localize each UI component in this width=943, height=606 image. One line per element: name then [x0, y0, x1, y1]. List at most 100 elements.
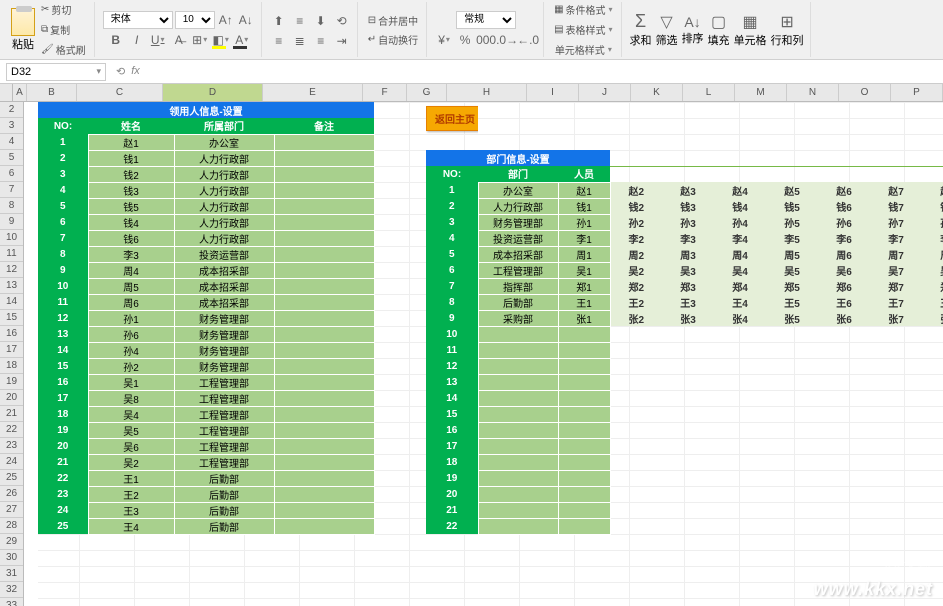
- table2-cell-empty[interactable]: [478, 438, 558, 454]
- cancel-formula-button[interactable]: ⟲: [116, 65, 125, 78]
- row-header-31[interactable]: 31: [0, 566, 23, 582]
- table2-member-ext[interactable]: 周7: [870, 246, 922, 262]
- table2-member-ext[interactable]: 李3: [662, 230, 714, 246]
- table1-cell[interactable]: 财务管理部: [174, 326, 274, 342]
- table2-cell-empty[interactable]: [478, 390, 558, 406]
- table2-member-ext[interactable]: 郑7: [870, 278, 922, 294]
- table2-cell-empty[interactable]: [558, 454, 610, 470]
- formula-input[interactable]: [150, 64, 943, 79]
- table1-cell[interactable]: [274, 470, 374, 486]
- row-header-25[interactable]: 25: [0, 470, 23, 486]
- table2-cell-empty[interactable]: [558, 390, 610, 406]
- bold-button[interactable]: B: [107, 31, 125, 49]
- table1-cell[interactable]: 后勤部: [174, 502, 274, 518]
- table2-member[interactable]: 李1: [558, 230, 610, 246]
- table1-cell[interactable]: 成本招采部: [174, 262, 274, 278]
- increase-font-button[interactable]: A↑: [217, 11, 235, 29]
- table1-cell[interactable]: 人力行政部: [174, 198, 274, 214]
- table2-member-ext[interactable]: 周2: [610, 246, 662, 262]
- table1-cell[interactable]: [274, 374, 374, 390]
- table1-cell[interactable]: 后勤部: [174, 518, 274, 534]
- table2-member-ext[interactable]: 王8: [922, 294, 943, 310]
- table2-member-ext[interactable]: 钱2: [610, 198, 662, 214]
- col-header-K[interactable]: K: [631, 84, 683, 101]
- table1-cell[interactable]: [274, 486, 374, 502]
- table1-cell[interactable]: 成本招采部: [174, 278, 274, 294]
- col-header-H[interactable]: H: [447, 84, 527, 101]
- table2-member-ext[interactable]: 孙7: [870, 214, 922, 230]
- table1-cell[interactable]: [274, 182, 374, 198]
- cond-format-button[interactable]: ▦条件格式▾: [552, 0, 614, 19]
- col-header-E[interactable]: E: [263, 84, 363, 101]
- fill-button[interactable]: ▢填充: [708, 12, 730, 48]
- table2-member-ext[interactable]: 郑6: [818, 278, 870, 294]
- table1-cell[interactable]: [274, 326, 374, 342]
- align-top-button[interactable]: ⬆: [270, 12, 288, 30]
- table2-member-ext[interactable]: 张3: [662, 310, 714, 326]
- table1-cell[interactable]: 人力行政部: [174, 230, 274, 246]
- table1-cell[interactable]: 孙2: [88, 358, 174, 374]
- table2-cell-empty[interactable]: [478, 326, 558, 342]
- col-header-B[interactable]: B: [27, 84, 77, 101]
- table2-member[interactable]: 孙1: [558, 214, 610, 230]
- table2-member-ext[interactable]: 赵5: [766, 182, 818, 198]
- table2-member-ext[interactable]: 张6: [818, 310, 870, 326]
- table2-member-ext[interactable]: 孙8: [922, 214, 943, 230]
- border-button[interactable]: ⊞▾: [191, 31, 209, 49]
- fx-button[interactable]: fx: [131, 65, 140, 78]
- merge-center-button[interactable]: ⊟合并居中: [366, 11, 420, 30]
- table2-cell-empty[interactable]: [558, 470, 610, 486]
- percent-button[interactable]: %: [456, 31, 474, 49]
- align-center-button[interactable]: ≣: [291, 32, 309, 50]
- table2-cell-empty[interactable]: [478, 454, 558, 470]
- table1-cell[interactable]: 周4: [88, 262, 174, 278]
- table1-cell[interactable]: [274, 342, 374, 358]
- row-header-11[interactable]: 11: [0, 246, 23, 262]
- table2-member-ext[interactable]: 郑3: [662, 278, 714, 294]
- table1-cell[interactable]: 投资运营部: [174, 246, 274, 262]
- table1-cell[interactable]: 工程管理部: [174, 438, 274, 454]
- table2-member-ext[interactable]: 郑4: [714, 278, 766, 294]
- table1-cell[interactable]: [274, 438, 374, 454]
- table1-cell[interactable]: 人力行政部: [174, 150, 274, 166]
- row-header-4[interactable]: 4: [0, 134, 23, 150]
- underline-button[interactable]: U▾: [149, 31, 167, 49]
- table1-cell[interactable]: 财务管理部: [174, 310, 274, 326]
- table2-cell-empty[interactable]: [558, 422, 610, 438]
- table2-member-ext[interactable]: 周4: [714, 246, 766, 262]
- table2-member-ext[interactable]: 赵4: [714, 182, 766, 198]
- table2-member-ext[interactable]: 张8: [922, 310, 943, 326]
- table2-cell-empty[interactable]: [478, 358, 558, 374]
- row-header-14[interactable]: 14: [0, 294, 23, 310]
- row-header-3[interactable]: 3: [0, 118, 23, 134]
- return-home-button[interactable]: 返回主页: [426, 106, 478, 131]
- table1-cell[interactable]: 吴5: [88, 422, 174, 438]
- table1-cell[interactable]: 人力行政部: [174, 214, 274, 230]
- table2-member-ext[interactable]: 吴3: [662, 262, 714, 278]
- table2-cell-empty[interactable]: [478, 518, 558, 534]
- table2-dept[interactable]: 财务管理部: [478, 214, 558, 230]
- table2-cell-empty[interactable]: [478, 342, 558, 358]
- font-name-select[interactable]: 宋体: [103, 11, 173, 29]
- cell-format-button[interactable]: ▦单元格: [734, 12, 767, 48]
- table2-cell-empty[interactable]: [478, 422, 558, 438]
- table2-cell-empty[interactable]: [558, 518, 610, 534]
- table1-cell[interactable]: 人力行政部: [174, 182, 274, 198]
- table2-member[interactable]: 吴1: [558, 262, 610, 278]
- table1-cell[interactable]: [274, 406, 374, 422]
- row-header-28[interactable]: 28: [0, 518, 23, 534]
- table2-member-ext[interactable]: 周8: [922, 246, 943, 262]
- currency-button[interactable]: ¥▾: [435, 31, 453, 49]
- table1-cell[interactable]: 赵1: [88, 134, 174, 150]
- table2-member-ext[interactable]: 钱3: [662, 198, 714, 214]
- table1-cell[interactable]: 工程管理部: [174, 406, 274, 422]
- table1-cell[interactable]: 人力行政部: [174, 166, 274, 182]
- table2-cell-empty[interactable]: [478, 502, 558, 518]
- align-right-button[interactable]: ≡: [312, 32, 330, 50]
- table2-member-ext[interactable]: 吴8: [922, 262, 943, 278]
- copy-button[interactable]: ⧉复制: [39, 20, 88, 39]
- table2-cell-empty[interactable]: [558, 342, 610, 358]
- table2-member[interactable]: 赵1: [558, 182, 610, 198]
- table1-cell[interactable]: 孙1: [88, 310, 174, 326]
- table2-cell-empty[interactable]: [478, 374, 558, 390]
